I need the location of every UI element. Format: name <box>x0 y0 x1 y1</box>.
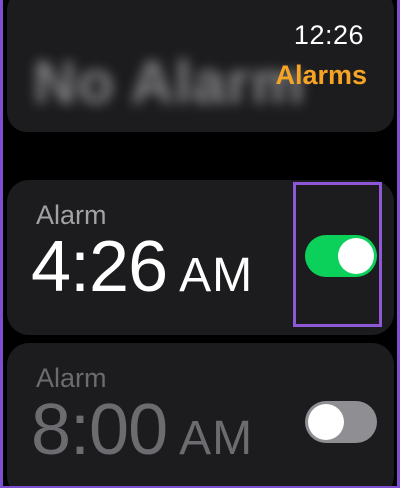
alarm-time-period: AM <box>179 249 254 302</box>
alarm-time: 4:26 AM <box>31 226 253 308</box>
toggle-knob <box>308 404 344 440</box>
status-clock: 12:26 <box>293 20 364 50</box>
watch-screen: No Alarm 12:26 Alarms Alarm 4:26 AM Alarm… <box>3 0 397 486</box>
alarm-time-period: AM <box>179 412 254 465</box>
alarm-item-1[interactable]: Alarm 4:26 AM <box>7 180 394 335</box>
alarm-time-digits: 8:00 <box>31 390 168 470</box>
alarm-time-digits: 4:26 <box>31 227 168 307</box>
screen-title[interactable]: Alarms <box>275 60 367 91</box>
alarm-toggle[interactable] <box>305 401 377 443</box>
toggle-knob <box>338 238 374 274</box>
alarm-time: 8:00 AM <box>31 389 253 471</box>
no-alarm-card: No Alarm 12:26 Alarms <box>7 0 394 132</box>
background-blurred-text: No Alarm <box>33 49 306 116</box>
alarm-toggle[interactable] <box>305 235 377 277</box>
alarm-item-2[interactable]: Alarm 8:00 AM <box>7 343 394 486</box>
